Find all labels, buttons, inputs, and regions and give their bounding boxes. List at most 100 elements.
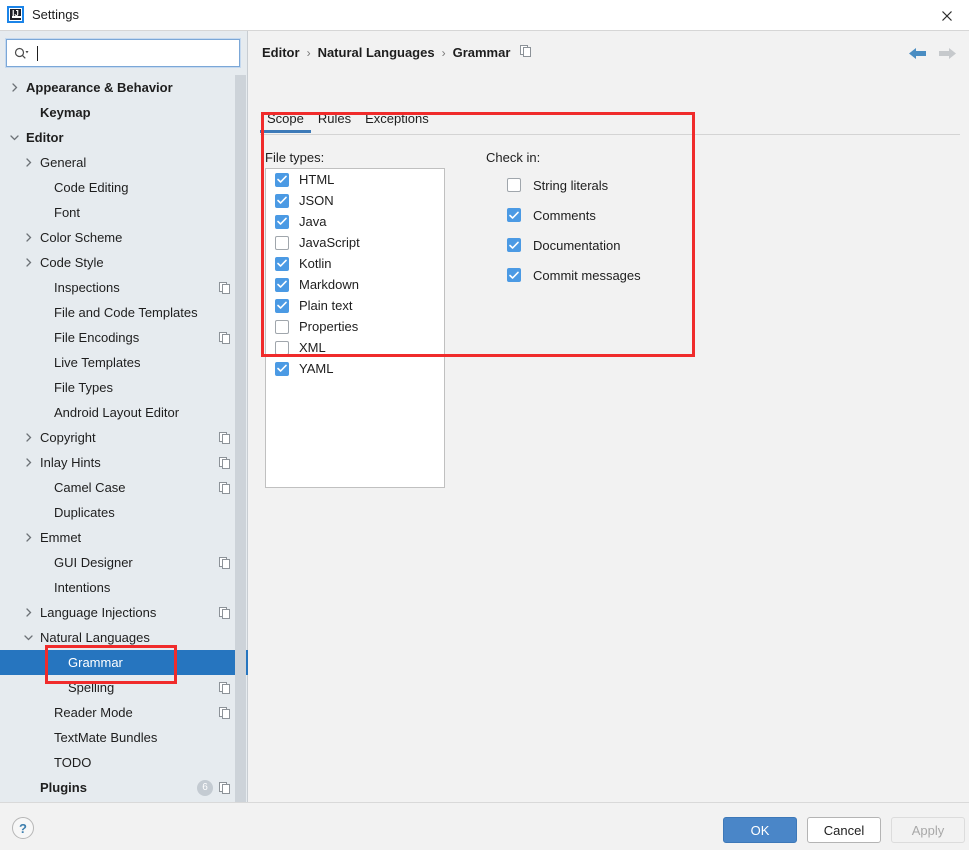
sidebar-item-camel-case[interactable]: Camel Case: [0, 475, 248, 500]
file-type-label: JSON: [299, 193, 334, 208]
chevron-right-icon[interactable]: [22, 456, 35, 469]
sidebar-item-font[interactable]: Font: [0, 200, 248, 225]
check-in-row-string-literals[interactable]: String literals: [507, 170, 707, 200]
checkbox-yaml[interactable]: [275, 361, 289, 376]
sidebar-item-general[interactable]: General: [0, 150, 248, 175]
checkbox-kotlin[interactable]: [275, 256, 289, 271]
file-type-row-yaml[interactable]: YAML: [266, 358, 444, 379]
file-type-row-json[interactable]: JSON: [266, 190, 444, 211]
checkbox-markdown[interactable]: [275, 277, 289, 292]
file-type-row-java[interactable]: Java: [266, 211, 444, 232]
check-in-row-documentation[interactable]: Documentation: [507, 230, 707, 260]
sidebar-item-reader-mode[interactable]: Reader Mode: [0, 700, 248, 725]
sidebar-item-android-layout-editor[interactable]: Android Layout Editor: [0, 400, 248, 425]
chevron-right-icon[interactable]: [22, 431, 35, 444]
sidebar-item-duplicates[interactable]: Duplicates: [0, 500, 248, 525]
check-in-row-commit-messages[interactable]: Commit messages: [507, 260, 707, 290]
sidebar-item-file-and-code-templates[interactable]: File and Code Templates: [0, 300, 248, 325]
sidebar-item-plugins[interactable]: Plugins 6: [0, 775, 248, 800]
checkbox-properties[interactable]: [275, 319, 289, 334]
arrow-left-icon[interactable]: [908, 46, 927, 66]
sidebar-item-color-scheme[interactable]: Color Scheme: [0, 225, 248, 250]
sidebar-item-file-types[interactable]: File Types: [0, 375, 248, 400]
sidebar-item-appearance-behavior[interactable]: Appearance & Behavior: [0, 75, 248, 100]
checkbox-html[interactable]: [275, 172, 289, 187]
file-type-row-kotlin[interactable]: Kotlin: [266, 253, 444, 274]
tab-rules[interactable]: Rules: [311, 111, 358, 133]
sidebar-item-label: File Types: [54, 380, 114, 395]
settings-tree[interactable]: Appearance & Behavior Keymap Editor General…: [0, 75, 248, 802]
sidebar-item-editor[interactable]: Editor: [0, 125, 248, 150]
check-in-row-comments[interactable]: Comments: [507, 200, 707, 230]
breadcrumb-item-editor[interactable]: Editor: [262, 45, 300, 60]
breadcrumb-item-natural-languages[interactable]: Natural Languages: [318, 45, 435, 60]
sidebar-scrollbar[interactable]: [235, 75, 246, 802]
chevron-right-icon[interactable]: [22, 256, 35, 269]
copy-settings-path-icon[interactable]: [219, 556, 231, 569]
tab-exceptions[interactable]: Exceptions: [358, 111, 436, 133]
sidebar-item-gui-designer[interactable]: GUI Designer: [0, 550, 248, 575]
file-type-row-html[interactable]: HTML: [266, 169, 444, 190]
sidebar-item-spelling[interactable]: Spelling: [0, 675, 248, 700]
chevron-right-icon[interactable]: [22, 606, 35, 619]
sidebar-item-todo[interactable]: TODO: [0, 750, 248, 775]
checkbox-javascript[interactable]: [275, 235, 289, 250]
checkbox-java[interactable]: [275, 214, 289, 229]
chevron-right-icon[interactable]: [22, 531, 35, 544]
checkbox-commit-messages[interactable]: [507, 268, 521, 282]
checkbox-json[interactable]: [275, 193, 289, 208]
search-input[interactable]: [38, 40, 239, 66]
sidebar-item-grammar[interactable]: Grammar: [0, 650, 248, 675]
ok-button[interactable]: OK: [723, 817, 797, 843]
copy-settings-path-icon[interactable]: [520, 45, 532, 60]
sidebar-item-inspections[interactable]: Inspections: [0, 275, 248, 300]
sidebar-item-file-encodings[interactable]: File Encodings: [0, 325, 248, 350]
breadcrumb-item-grammar[interactable]: Grammar: [453, 45, 511, 60]
file-types-list[interactable]: HTML JSON Java JavaScript Kotlin Markdown Plai…: [265, 168, 445, 488]
file-type-row-xml[interactable]: XML: [266, 337, 444, 358]
copy-settings-path-icon[interactable]: [219, 281, 231, 294]
copy-settings-path-icon[interactable]: [219, 481, 231, 494]
sidebar-item-code-style[interactable]: Code Style: [0, 250, 248, 275]
chevron-down-icon[interactable]: [8, 131, 21, 144]
help-icon[interactable]: ?: [12, 817, 34, 839]
close-icon[interactable]: [924, 0, 969, 31]
sidebar-item-language-injections[interactable]: Language Injections: [0, 600, 248, 625]
copy-settings-path-icon[interactable]: [219, 681, 231, 694]
checkbox-plain-text[interactable]: [275, 298, 289, 313]
cancel-button[interactable]: Cancel: [807, 817, 881, 843]
search-field[interactable]: [5, 38, 241, 68]
sidebar-item-label: Reader Mode: [54, 705, 133, 720]
sidebar-item-label: Color Scheme: [40, 230, 123, 245]
sidebar-item-emmet[interactable]: Emmet: [0, 525, 248, 550]
sidebar-item-copyright[interactable]: Copyright: [0, 425, 248, 450]
sidebar-item-live-templates[interactable]: Live Templates: [0, 350, 248, 375]
chevron-right-icon[interactable]: [22, 231, 35, 244]
sidebar-item-textmate-bundles[interactable]: TextMate Bundles: [0, 725, 248, 750]
copy-settings-path-icon[interactable]: [219, 331, 231, 344]
file-type-row-javascript[interactable]: JavaScript: [266, 232, 444, 253]
tab-scope[interactable]: Scope: [260, 111, 311, 133]
copy-settings-path-icon[interactable]: [219, 456, 231, 469]
sidebar-item-intentions[interactable]: Intentions: [0, 575, 248, 600]
checkbox-documentation[interactable]: [507, 238, 521, 252]
file-type-label: Plain text: [299, 298, 353, 313]
chevron-right-icon[interactable]: [8, 81, 21, 94]
sidebar-item-natural-languages[interactable]: Natural Languages: [0, 625, 248, 650]
copy-settings-path-icon[interactable]: [219, 606, 231, 619]
file-type-row-markdown[interactable]: Markdown: [266, 274, 444, 295]
checkbox-string-literals[interactable]: [507, 178, 521, 192]
file-type-row-properties[interactable]: Properties: [266, 316, 444, 337]
sidebar-item-code-editing[interactable]: Code Editing: [0, 175, 248, 200]
copy-settings-path-icon[interactable]: [219, 431, 231, 444]
checkbox-xml[interactable]: [275, 340, 289, 355]
file-type-row-plain-text[interactable]: Plain text: [266, 295, 444, 316]
chevron-down-icon[interactable]: [22, 631, 35, 644]
sidebar-item-keymap[interactable]: Keymap: [0, 100, 248, 125]
copy-settings-path-icon[interactable]: [219, 781, 231, 794]
chevron-right-icon[interactable]: [22, 156, 35, 169]
checkbox-comments[interactable]: [507, 208, 521, 222]
copy-settings-path-icon[interactable]: [219, 706, 231, 719]
sidebar-item-inlay-hints[interactable]: Inlay Hints: [0, 450, 248, 475]
